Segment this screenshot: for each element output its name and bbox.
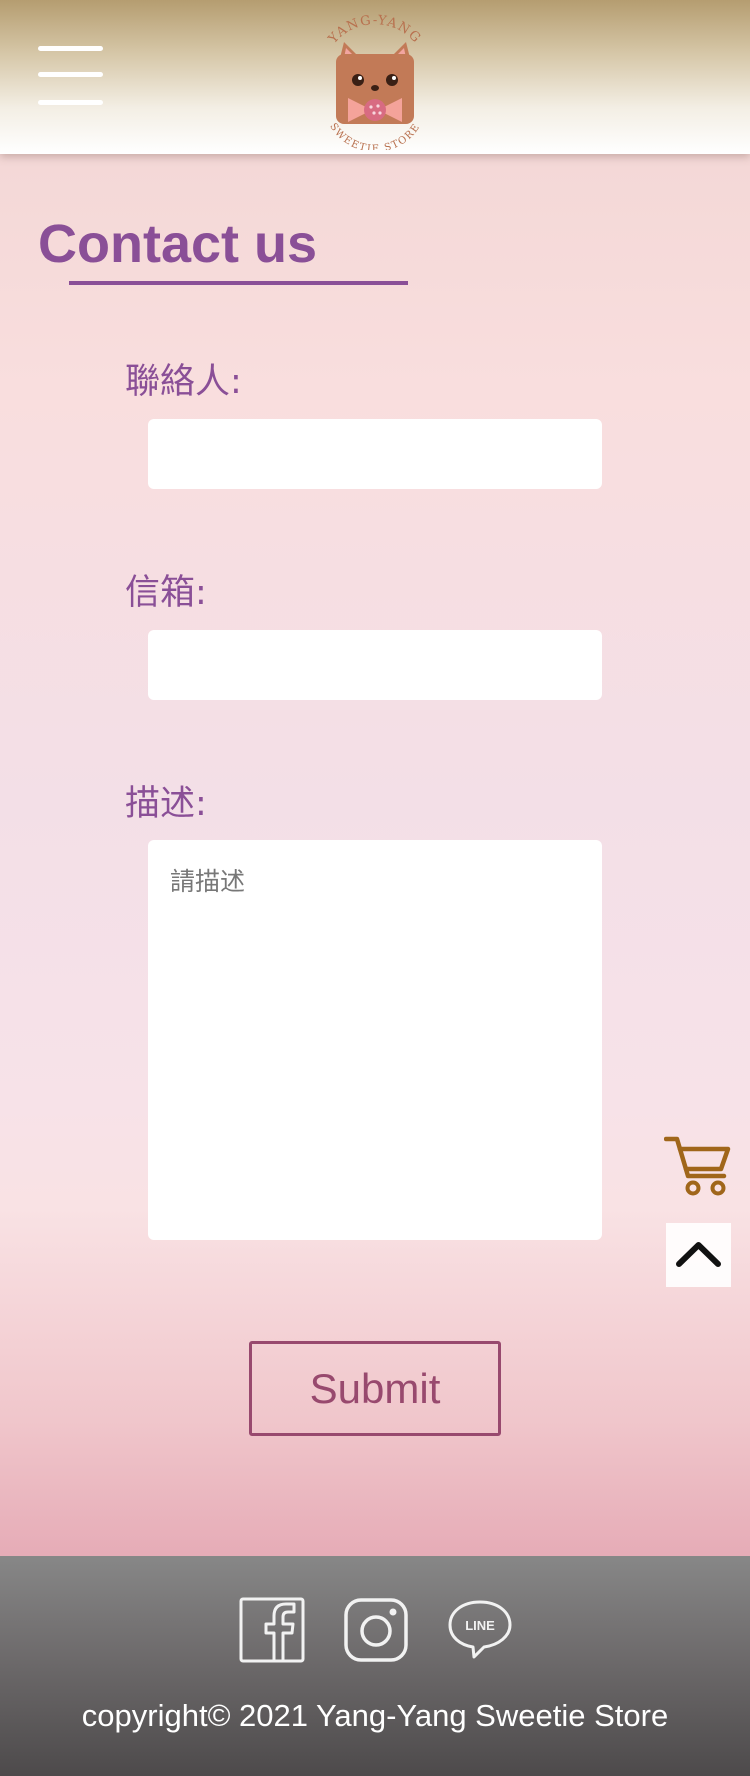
menu-line [38,100,103,105]
cart-svg [663,1136,731,1196]
cat-with-bow-logo: YANG-YANG SWEETIE STORE [325,14,424,150]
chevron-up-icon [676,1242,721,1267]
site-header: YANG-YANG SWEETIE STORE [0,0,750,154]
line-icon-text: LINE [465,1618,495,1633]
copyright-text: copyright© 2021 Yang-Yang Sweetie Store [81,1698,669,1733]
page-title: Contact us [38,214,318,274]
facebook-icon[interactable] [239,1597,305,1663]
description-textarea[interactable] [148,840,602,1240]
logo-bottom-text: SWEETIE STORE [327,121,421,150]
hamburger-menu-icon[interactable] [38,46,103,108]
shopping-cart-icon[interactable] [663,1135,732,1197]
contact-name-label: 聯絡人: [125,362,242,402]
title-underline [69,281,408,285]
submit-button[interactable]: Submit [249,1341,501,1436]
menu-line [38,72,103,77]
line-svg: LINE [448,1600,512,1659]
menu-line [38,46,103,51]
store-logo[interactable]: YANG-YANG SWEETIE STORE [310,14,440,150]
back-to-top-button[interactable] [666,1223,731,1287]
email-label: 信箱: [125,573,207,613]
description-label: 描述: [125,784,207,824]
instagram-svg [344,1598,408,1662]
email-input[interactable] [148,630,602,700]
logo-top-text: YANG-YANG [325,14,422,47]
facebook-svg [239,1597,305,1663]
svg-text:YANG-YANG: YANG-YANG [325,14,424,47]
line-icon[interactable]: LINE [447,1597,513,1663]
site-footer: LINE copyright© 2021 Yang-Yang Sweetie S… [0,1556,750,1776]
svg-text:SWEETIE STORE: SWEETIE STORE [327,121,422,150]
contact-name-input[interactable] [148,419,602,489]
instagram-icon[interactable] [343,1597,409,1663]
